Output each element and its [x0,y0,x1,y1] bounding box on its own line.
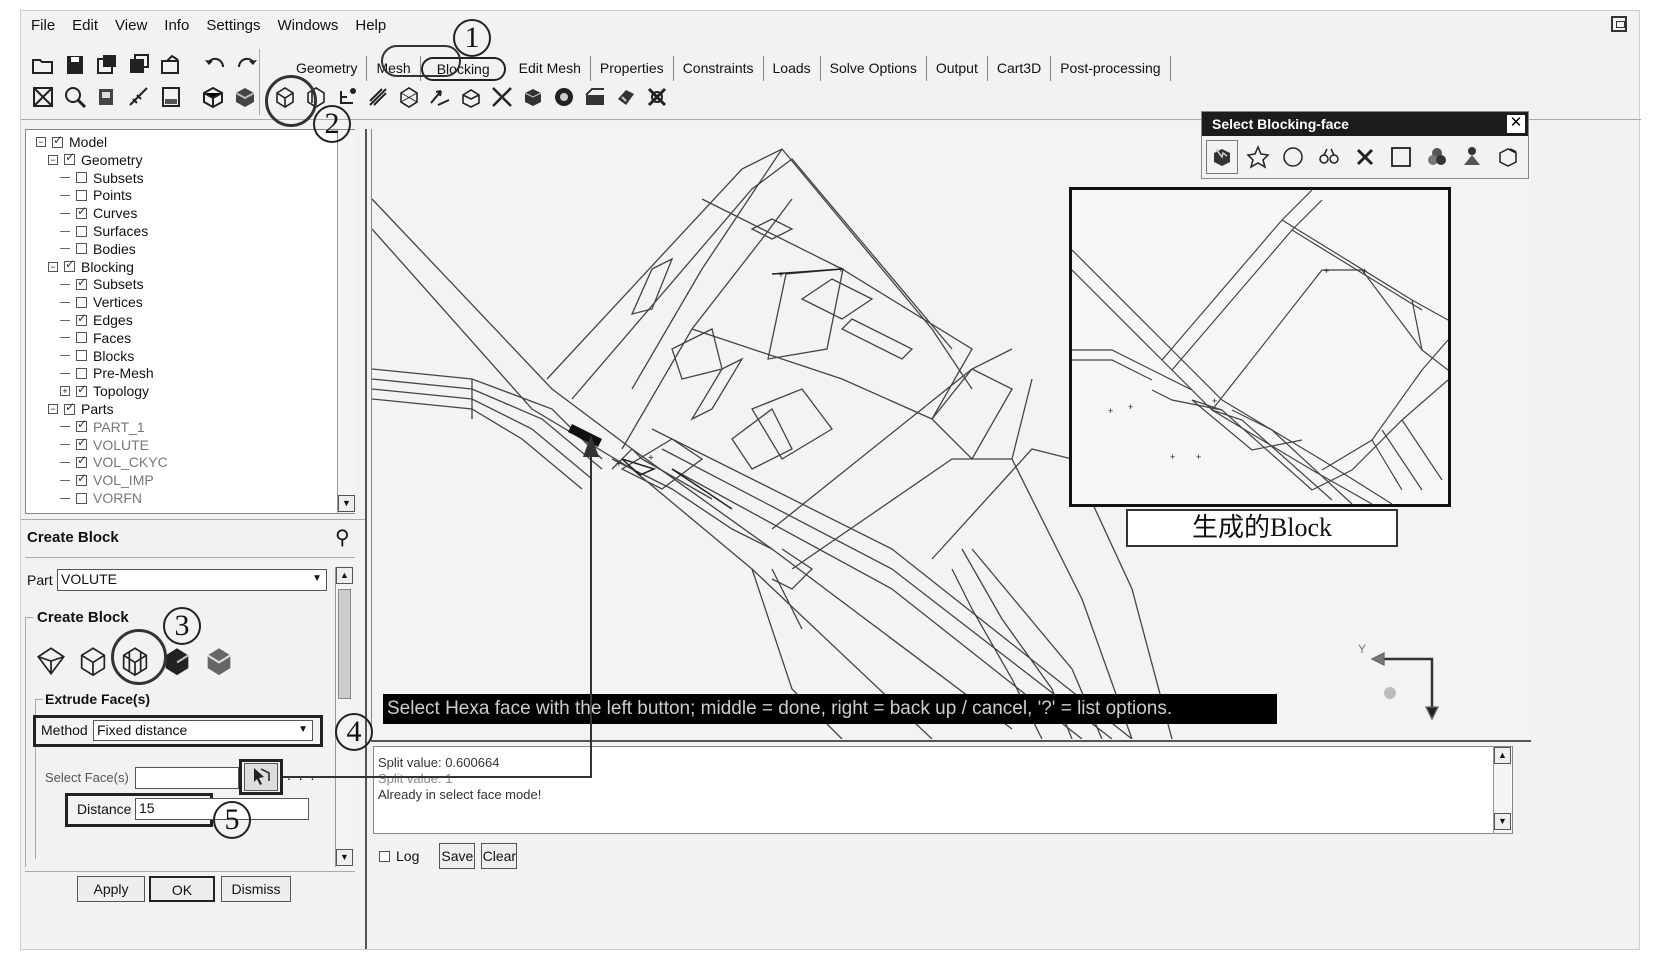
callout-3: 3 [163,607,201,645]
create-block-highlight [265,75,317,127]
callout-4: 4 [335,713,373,751]
callout-5: 5 [213,801,251,839]
callout-1: 1 [453,19,491,57]
application-window: File Edit View Info Settings Windows Hel… [20,10,1641,950]
extrude-highlight [111,629,167,685]
annotation-arrow [283,435,599,778]
callout-2: 2 [313,105,351,143]
blocking-tab-highlight [381,45,461,77]
